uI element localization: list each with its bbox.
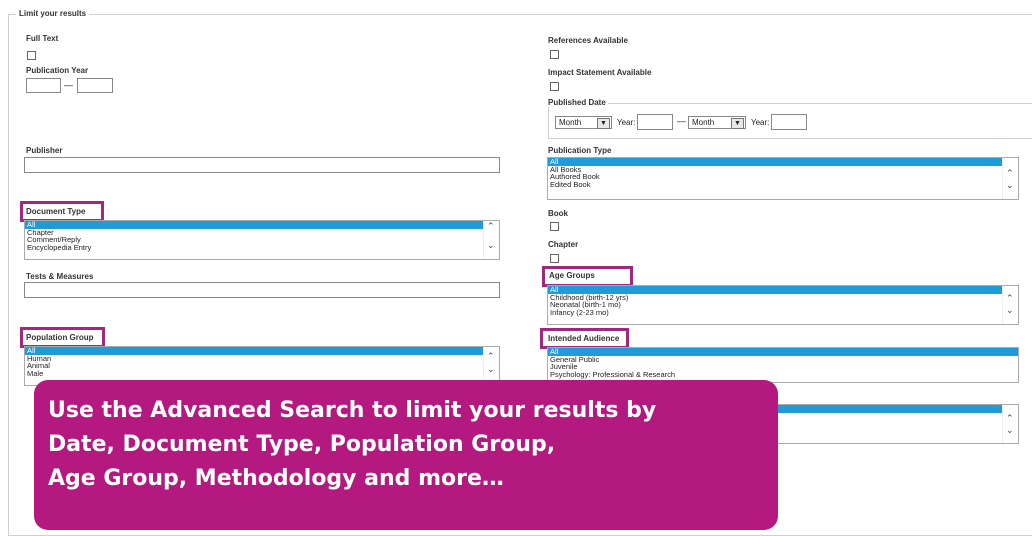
published-date-month-from-select[interactable]: Month ▼: [555, 116, 612, 129]
publication-type-option[interactable]: All: [548, 158, 1018, 166]
scroll-down-icon[interactable]: ⌄: [1006, 426, 1014, 435]
publication-type-option[interactable]: All Books: [548, 165, 1018, 174]
age-groups-highlight: [542, 266, 633, 287]
publication-year-label: Publication Year: [26, 66, 89, 75]
impact-statement-checkbox[interactable]: [550, 82, 559, 91]
scroll-down-icon[interactable]: ⌄: [1006, 306, 1014, 315]
scroll-up-icon[interactable]: ⌃: [1006, 414, 1014, 423]
full-text-checkbox[interactable]: [27, 51, 36, 60]
population-group-option[interactable]: All: [25, 347, 499, 355]
published-date-year-to-input[interactable]: [771, 114, 807, 130]
scroll-up-icon[interactable]: ⌃: [487, 352, 495, 361]
scroll-up-icon[interactable]: ⌃: [1006, 294, 1014, 303]
month-to-value: Month: [692, 118, 715, 127]
population-group-highlight: [20, 327, 105, 348]
population-group-option[interactable]: Male: [25, 369, 499, 378]
published-date-month-to-select[interactable]: Month ▼: [688, 116, 746, 129]
references-available-label: References Available: [548, 36, 628, 45]
full-text-label: Full Text: [26, 34, 59, 43]
callout-line-2: Date, Document Type, Population Group,: [48, 432, 556, 457]
published-date-year-from-input[interactable]: [637, 114, 673, 130]
references-available-checkbox[interactable]: [550, 50, 559, 59]
impact-statement-label: Impact Statement Available: [548, 68, 652, 77]
methodology-scrollbar[interactable]: ⌃ ⌄: [1002, 405, 1018, 443]
intended-audience-option[interactable]: General Public: [548, 355, 1018, 364]
publication-year-dash: —: [64, 80, 73, 90]
document-type-highlight: [20, 201, 104, 222]
year-from-label: Year:: [617, 118, 636, 127]
published-date-legend: Published Date: [546, 98, 608, 107]
scroll-down-icon[interactable]: ⌄: [1006, 181, 1014, 190]
scroll-up-icon[interactable]: ⌃: [487, 222, 495, 231]
chapter-checkbox[interactable]: [550, 254, 559, 263]
population-group-option[interactable]: Human: [25, 354, 499, 363]
publication-type-listbox[interactable]: All All Books Authored Book Edited Book …: [547, 157, 1019, 200]
chapter-label: Chapter: [548, 240, 579, 249]
scroll-up-icon[interactable]: ⌃: [1006, 169, 1014, 178]
age-groups-option[interactable]: Neonatal (birth-1 mo): [548, 301, 1018, 309]
intended-audience-highlight: [540, 328, 629, 349]
document-type-option[interactable]: Chapter: [25, 228, 499, 237]
tests-measures-label: Tests & Measures: [26, 272, 94, 281]
callout-line-1: Use the Advanced Search to limit your re…: [48, 398, 657, 423]
intended-audience-option[interactable]: All: [548, 348, 1018, 356]
publication-year-to-input[interactable]: [77, 78, 113, 93]
chevron-down-icon[interactable]: ▼: [597, 118, 610, 129]
document-type-option[interactable]: Comment/Reply: [25, 236, 499, 244]
year-to-label: Year:: [751, 118, 770, 127]
age-groups-scrollbar[interactable]: ⌃ ⌄: [1002, 286, 1018, 324]
publication-type-option[interactable]: Edited Book: [548, 180, 1018, 189]
age-groups-listbox[interactable]: All Childhood (birth-12 yrs) Neonatal (b…: [547, 285, 1019, 325]
document-type-option[interactable]: All: [25, 221, 499, 229]
callout-line-3: Age Group, Methodology and more…: [48, 466, 504, 491]
publication-type-option[interactable]: Authored Book: [548, 173, 1018, 181]
scroll-down-icon[interactable]: ⌄: [487, 241, 495, 250]
limit-results-legend: Limit your results: [16, 9, 90, 18]
population-group-option[interactable]: Animal: [25, 362, 499, 370]
publication-type-label: Publication Type: [548, 146, 612, 155]
intended-audience-option[interactable]: Psychology: Professional & Research: [548, 370, 1018, 379]
age-groups-option[interactable]: Infancy (2-23 mo): [548, 308, 1018, 317]
publication-type-scrollbar[interactable]: ⌃ ⌄: [1002, 158, 1018, 199]
document-type-scrollbar[interactable]: ⌃ ⌄: [483, 221, 499, 259]
book-label: Book: [548, 209, 568, 218]
published-date-dash: —: [677, 116, 686, 126]
month-from-value: Month: [559, 118, 582, 127]
book-checkbox[interactable]: [550, 222, 559, 231]
document-type-listbox[interactable]: All Chapter Comment/Reply Encyclopedia E…: [24, 220, 500, 260]
tests-measures-input[interactable]: [24, 282, 500, 298]
publication-year-from-input[interactable]: [26, 78, 61, 93]
advanced-search-callout: Use the Advanced Search to limit your re…: [34, 380, 778, 530]
intended-audience-listbox[interactable]: All General Public Juvenile Psychology: …: [547, 347, 1019, 383]
scroll-down-icon[interactable]: ⌄: [487, 365, 495, 374]
publisher-input[interactable]: [24, 157, 500, 173]
chevron-down-icon[interactable]: ▼: [731, 118, 744, 129]
document-type-option[interactable]: Encyclopedia Entry: [25, 243, 499, 252]
publisher-label: Publisher: [26, 146, 63, 155]
